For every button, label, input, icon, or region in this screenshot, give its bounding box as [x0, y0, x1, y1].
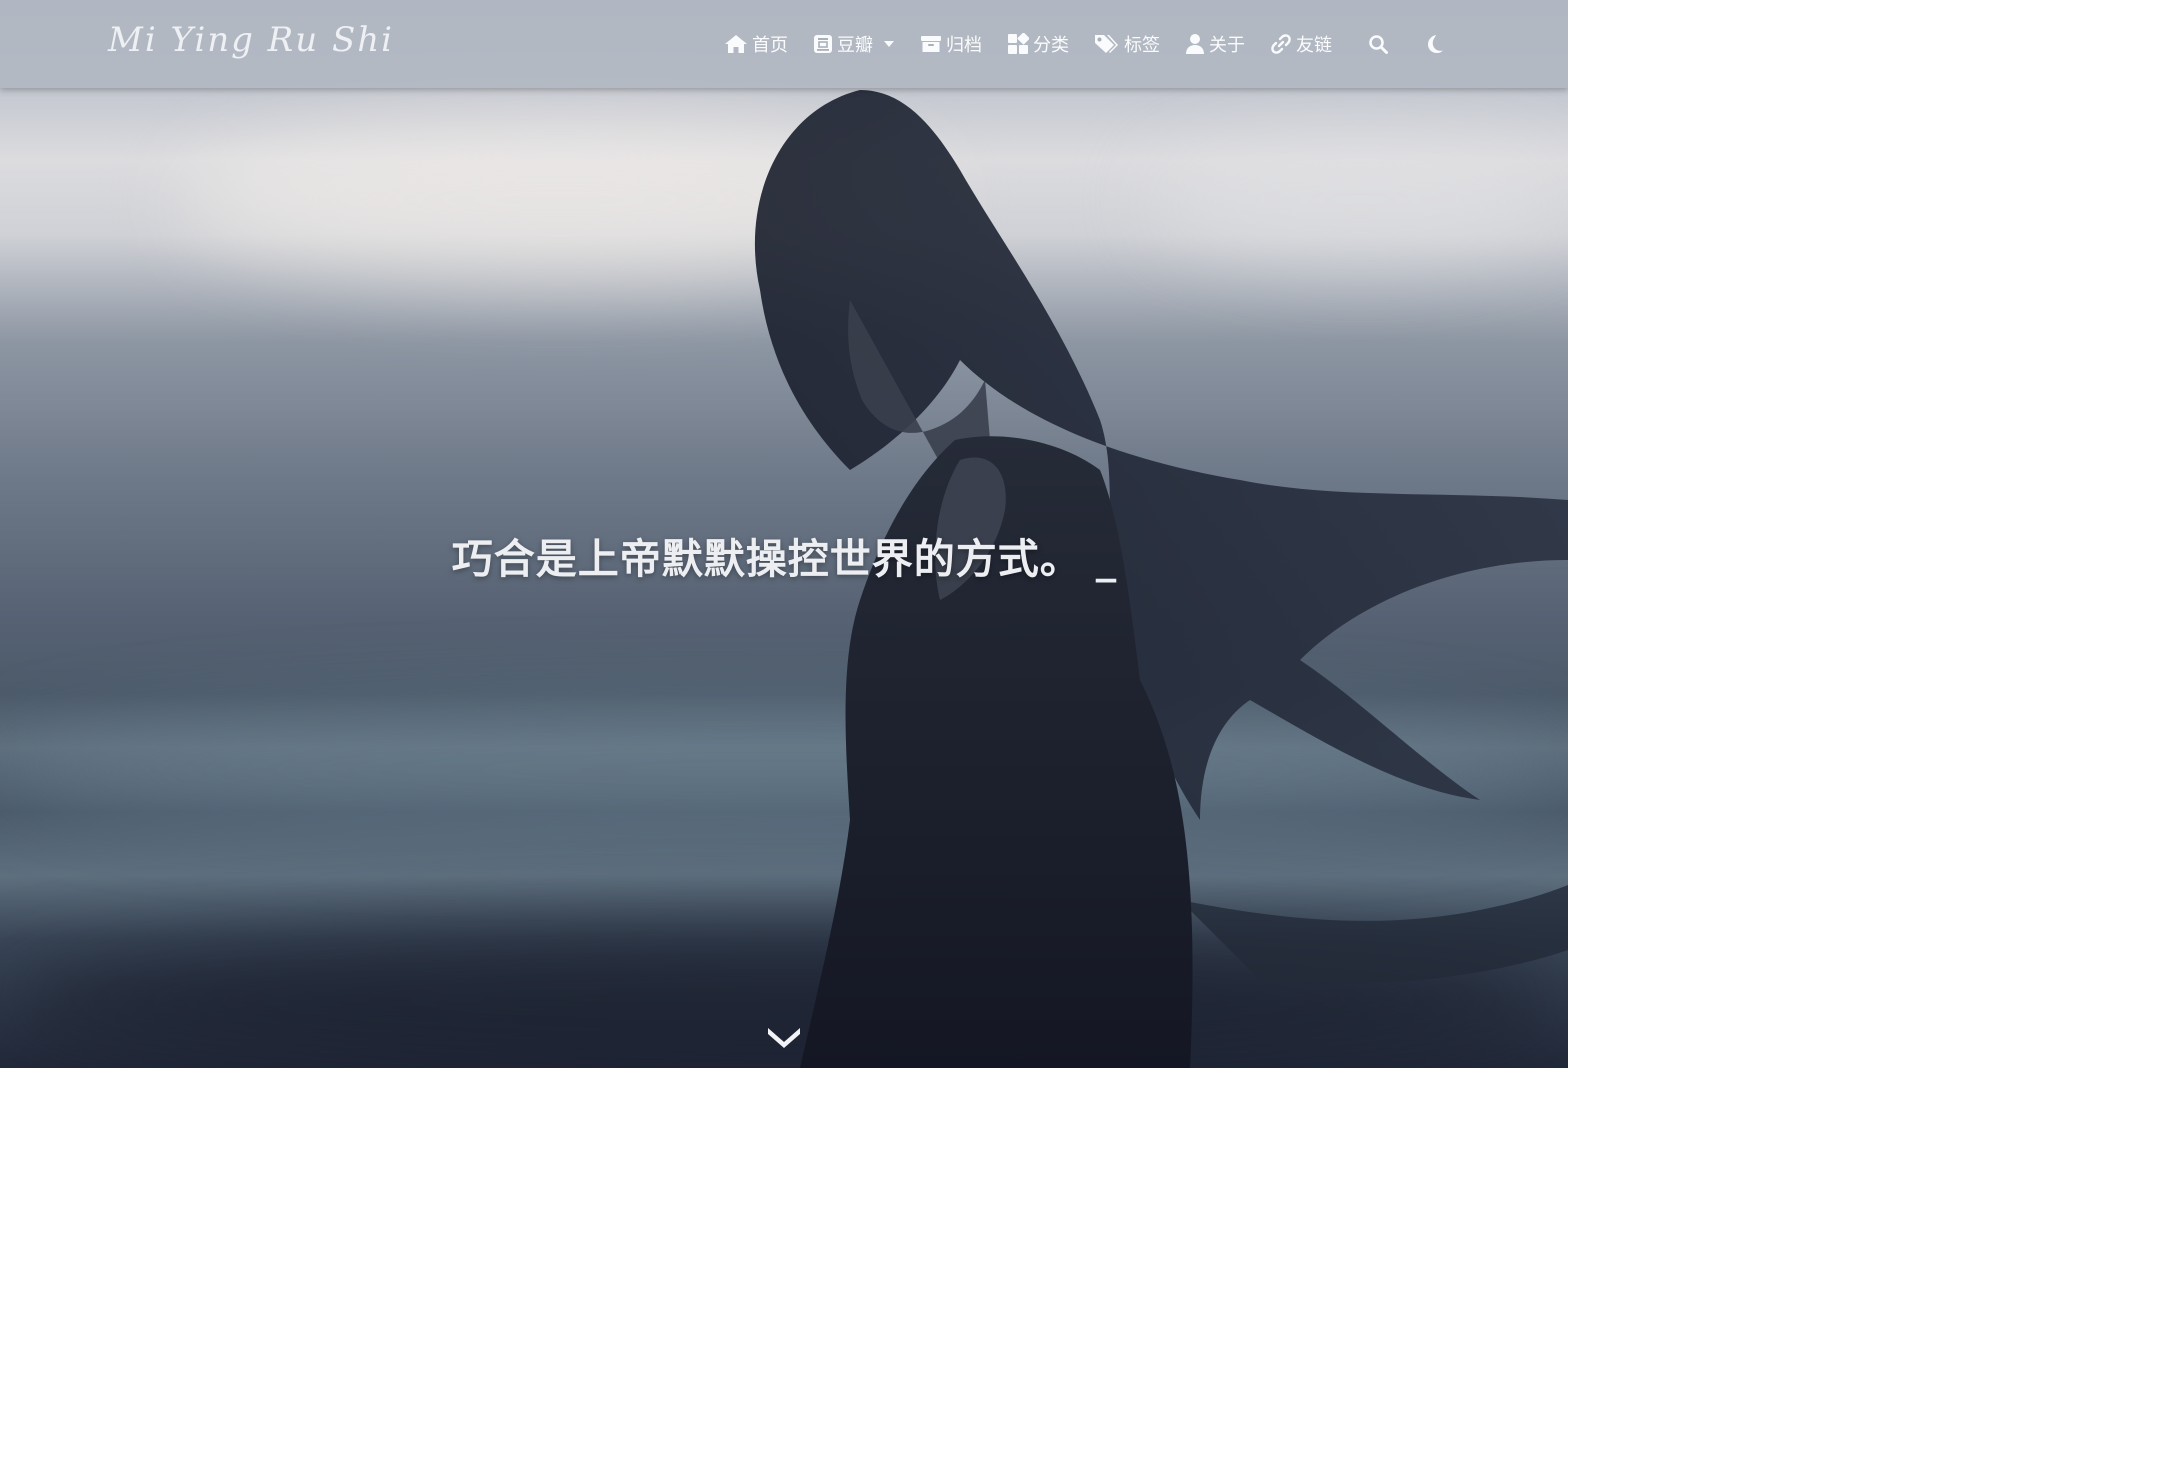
search-button[interactable] [1368, 34, 1388, 54]
hero-background: Mi Ying Ru Shi 首页 豆瓣 归档 分类 标签 关于 友链 巧合是上… [0, 0, 1568, 1068]
archive-icon [921, 36, 941, 52]
nav-item-about[interactable]: 关于 [1185, 31, 1245, 57]
hero-subtitle: 巧合是上帝默默操控世界的方式。 [451, 535, 1082, 583]
nav-item-douban[interactable]: 豆瓣 [813, 31, 895, 57]
chevron-down-icon [768, 1028, 800, 1048]
scroll-down-button[interactable] [764, 1022, 804, 1052]
nav-item-label: 分类 [1033, 35, 1069, 56]
cloud-glow [1150, 140, 1568, 260]
link-icon [1271, 34, 1291, 54]
search-icon [1369, 35, 1388, 54]
home-icon [725, 35, 747, 53]
nav-item-categories[interactable]: 分类 [1007, 31, 1069, 57]
user-icon [1186, 34, 1204, 54]
nav-item-label: 标签 [1124, 35, 1160, 56]
sea-glow [0, 700, 1568, 840]
nav-item-label: 关于 [1209, 35, 1245, 56]
nav-item-label: 友链 [1296, 35, 1332, 56]
nav-item-archive[interactable]: 归档 [920, 31, 982, 57]
hero-section: 巧合是上帝默默操控世界的方式。 _ [0, 525, 1568, 585]
nav-item-label: 首页 [752, 35, 788, 56]
nav-item-label: 豆瓣 [837, 35, 873, 56]
douban-icon [814, 35, 832, 53]
category-icon [1008, 33, 1029, 54]
nav-item-label: 归档 [946, 35, 982, 56]
nav-item-tags[interactable]: 标签 [1094, 31, 1160, 57]
top-navbar: Mi Ying Ru Shi 首页 豆瓣 归档 分类 标签 关于 友链 [0, 0, 1568, 88]
site-logo[interactable]: Mi Ying Ru Shi [108, 20, 394, 60]
tag-icon [1095, 35, 1118, 53]
moon-icon [1428, 35, 1443, 53]
nav-item-home[interactable]: 首页 [724, 31, 788, 57]
main-nav: 首页 豆瓣 归档 分类 标签 关于 友链 [724, 0, 1444, 88]
caret-down-icon [884, 41, 894, 47]
nav-item-friends[interactable]: 友链 [1270, 31, 1332, 57]
theme-toggle-button[interactable] [1424, 34, 1444, 54]
cloud-glow [180, 120, 940, 280]
typing-cursor: _ [1095, 535, 1117, 583]
